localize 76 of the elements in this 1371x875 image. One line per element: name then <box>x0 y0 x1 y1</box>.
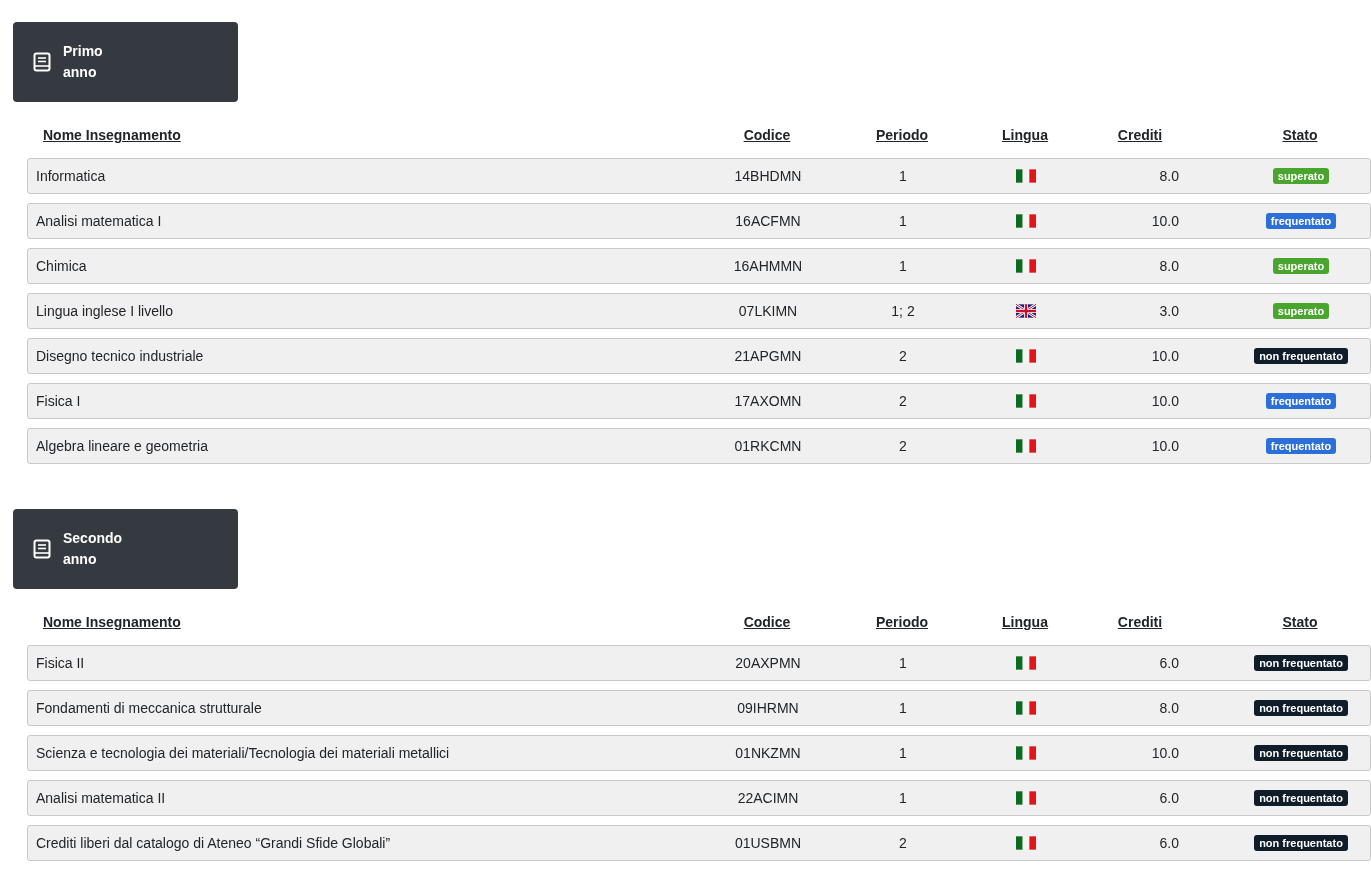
course-period: 2 <box>898 393 908 409</box>
course-period: 1 <box>898 745 908 761</box>
course-name: Chimica <box>35 258 88 274</box>
course-code: 20AXPMN <box>734 655 802 671</box>
status-badge: superato <box>1272 303 1330 319</box>
course-name: Fisica II <box>35 655 86 671</box>
status-badge: non frequentato <box>1254 745 1348 761</box>
column-header[interactable]: Nome Insegnamento <box>35 127 181 143</box>
book-icon <box>33 52 51 72</box>
course-period: 1 <box>898 700 908 716</box>
column-header[interactable]: Codice <box>743 614 791 630</box>
course-name: Fisica I <box>35 393 82 409</box>
column-header[interactable]: Lingua <box>1002 614 1048 630</box>
course-code: 01USBMN <box>733 835 803 851</box>
course-code: 14BHDMN <box>733 168 803 184</box>
course-name: Algebra lineare e geometria <box>35 438 209 454</box>
course-credits: 8.0 <box>1158 700 1180 716</box>
status-badge: superato <box>1272 258 1330 274</box>
course-period: 2 <box>898 348 908 364</box>
course-code: 21APGMN <box>733 348 803 364</box>
course-name: Lingua inglese I livello <box>35 303 174 319</box>
course-name: Analisi matematica II <box>35 790 167 806</box>
course-period: 1 <box>898 258 908 274</box>
status-badge: non frequentato <box>1254 655 1348 671</box>
course-code: 01NKZMN <box>734 745 802 761</box>
column-header[interactable]: Crediti <box>1117 127 1163 143</box>
course-period: 1 <box>898 213 908 229</box>
column-header[interactable]: Periodo <box>875 127 929 143</box>
status-badge: frequentato <box>1265 213 1337 229</box>
course-code: 07LKIMN <box>737 303 799 319</box>
course-period: 1; 2 <box>890 303 916 319</box>
column-header[interactable]: Nome Insegnamento <box>35 614 181 630</box>
course-credits: 8.0 <box>1158 258 1180 274</box>
status-badge: superato <box>1272 168 1330 184</box>
column-header[interactable]: Lingua <box>1002 127 1048 143</box>
column-header[interactable]: Stato <box>1282 127 1318 143</box>
course-period: 2 <box>898 835 908 851</box>
course-credits: 6.0 <box>1158 790 1180 806</box>
course-period: 2 <box>898 438 908 454</box>
column-header[interactable]: Codice <box>743 127 791 143</box>
course-name: Analisi matematica I <box>35 213 163 229</box>
course-credits: 3.0 <box>1158 303 1180 319</box>
course-credits: 10.0 <box>1150 393 1180 409</box>
course-period: 1 <box>898 168 908 184</box>
status-badge: non frequentato <box>1254 348 1348 364</box>
course-credits: 6.0 <box>1158 655 1180 671</box>
course-code: 01RKCMN <box>733 438 803 454</box>
course-period: 1 <box>898 655 908 671</box>
column-header[interactable]: Stato <box>1282 614 1318 630</box>
course-name: Disegno tecnico industriale <box>35 348 205 364</box>
status-badge: non frequentato <box>1254 700 1348 716</box>
course-code: 17AXOMN <box>733 393 803 409</box>
course-credits: 10.0 <box>1150 438 1180 454</box>
year-title: Secondo anno <box>63 529 124 569</box>
course-code: 22ACIMN <box>736 790 800 806</box>
book-icon <box>33 539 51 559</box>
course-credits: 8.0 <box>1158 168 1180 184</box>
course-code: 16AHMMN <box>732 258 804 274</box>
course-credits: 10.0 <box>1150 213 1180 229</box>
course-credits: 10.0 <box>1150 348 1180 364</box>
year-title: Primo anno <box>63 42 104 82</box>
course-code: 09IHRMN <box>736 700 800 716</box>
status-badge: frequentato <box>1265 438 1337 454</box>
course-name: Fondamenti di meccanica strutturale <box>35 700 263 716</box>
column-header[interactable]: Crediti <box>1117 614 1163 630</box>
course-period: 1 <box>898 790 908 806</box>
course-name: Crediti liberi dal catalogo di Ateneo “Grandi Sfide Globali” <box>35 835 392 851</box>
column-header[interactable]: Periodo <box>875 614 929 630</box>
status-badge: non frequentato <box>1254 790 1348 806</box>
course-code: 16ACFMN <box>734 213 802 229</box>
course-name: Scienza e tecnologia dei materiali/Tecnologia dei materiali metallici <box>35 745 451 761</box>
status-badge: non frequentato <box>1254 835 1348 851</box>
course-credits: 6.0 <box>1158 835 1180 851</box>
status-badge: frequentato <box>1265 393 1337 409</box>
course-name: Informatica <box>35 168 107 184</box>
course-credits: 10.0 <box>1150 745 1180 761</box>
